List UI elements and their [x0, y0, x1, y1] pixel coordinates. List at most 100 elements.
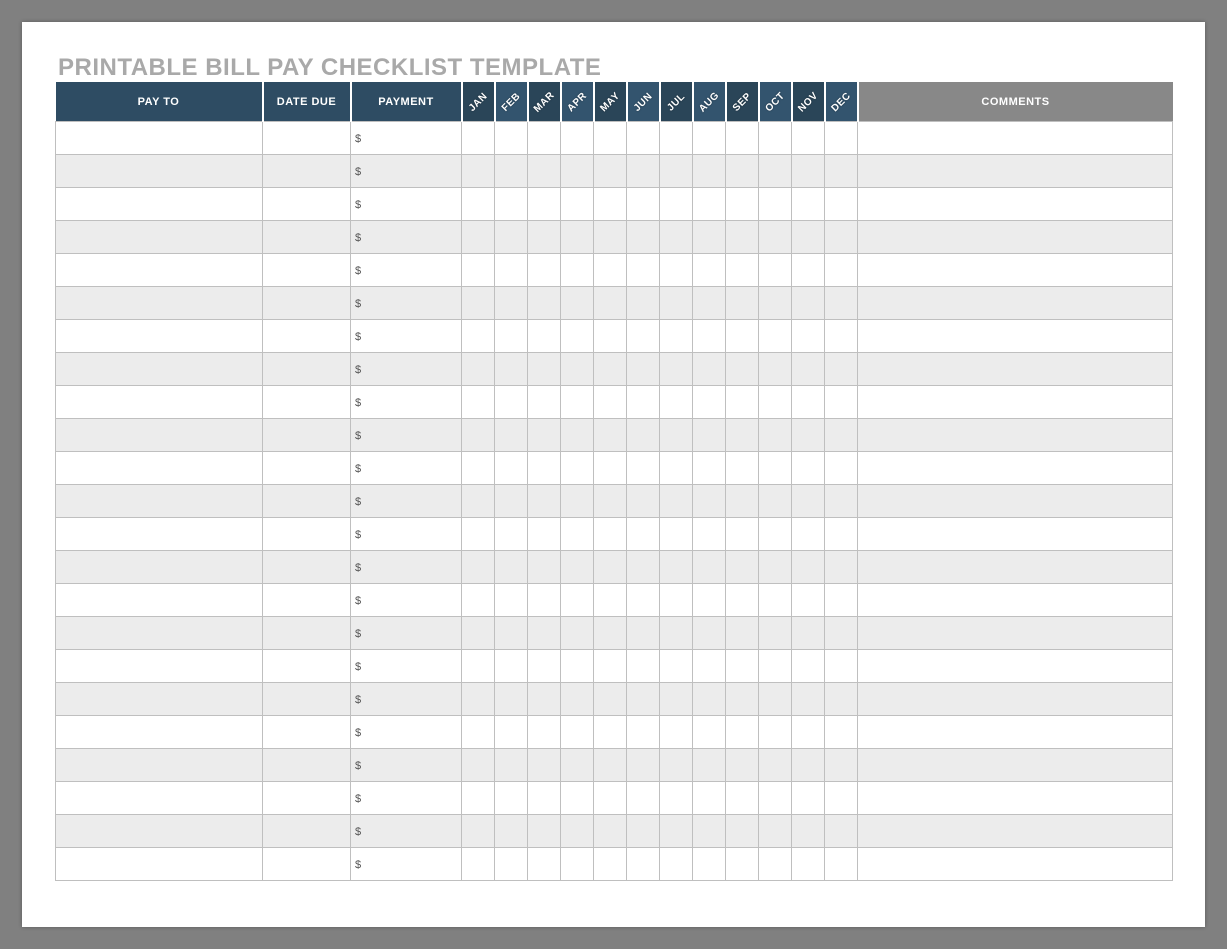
cell-month[interactable] [495, 419, 528, 452]
cell-comments[interactable] [858, 452, 1173, 485]
cell-month[interactable] [726, 518, 759, 551]
cell-pay-to[interactable] [56, 551, 263, 584]
cell-date-due[interactable] [263, 188, 351, 221]
cell-payment[interactable]: $ [351, 122, 462, 155]
cell-month[interactable] [495, 749, 528, 782]
cell-month[interactable] [825, 320, 858, 353]
cell-month[interactable] [462, 716, 495, 749]
cell-month[interactable] [660, 386, 693, 419]
cell-month[interactable] [660, 155, 693, 188]
cell-month[interactable] [561, 254, 594, 287]
cell-pay-to[interactable] [56, 386, 263, 419]
cell-pay-to[interactable] [56, 650, 263, 683]
cell-month[interactable] [792, 188, 825, 221]
cell-month[interactable] [759, 287, 792, 320]
cell-month[interactable] [759, 155, 792, 188]
cell-month[interactable] [462, 353, 495, 386]
cell-month[interactable] [528, 683, 561, 716]
cell-month[interactable] [495, 155, 528, 188]
cell-month[interactable] [594, 188, 627, 221]
cell-month[interactable] [627, 617, 660, 650]
cell-month[interactable] [726, 419, 759, 452]
cell-payment[interactable]: $ [351, 485, 462, 518]
cell-month[interactable] [495, 683, 528, 716]
cell-month[interactable] [528, 353, 561, 386]
cell-month[interactable] [462, 749, 495, 782]
cell-month[interactable] [825, 815, 858, 848]
cell-comments[interactable] [858, 386, 1173, 419]
cell-month[interactable] [825, 155, 858, 188]
cell-month[interactable] [462, 452, 495, 485]
cell-month[interactable] [462, 386, 495, 419]
cell-comments[interactable] [858, 254, 1173, 287]
cell-month[interactable] [825, 749, 858, 782]
cell-month[interactable] [726, 320, 759, 353]
cell-month[interactable] [759, 452, 792, 485]
cell-date-due[interactable] [263, 782, 351, 815]
cell-month[interactable] [528, 254, 561, 287]
cell-month[interactable] [462, 650, 495, 683]
cell-date-due[interactable] [263, 551, 351, 584]
cell-month[interactable] [627, 782, 660, 815]
cell-month[interactable] [528, 188, 561, 221]
cell-comments[interactable] [858, 683, 1173, 716]
cell-month[interactable] [792, 815, 825, 848]
cell-comments[interactable] [858, 617, 1173, 650]
cell-month[interactable] [495, 518, 528, 551]
cell-month[interactable] [792, 452, 825, 485]
cell-date-due[interactable] [263, 452, 351, 485]
cell-month[interactable] [561, 287, 594, 320]
cell-month[interactable] [792, 221, 825, 254]
cell-month[interactable] [462, 683, 495, 716]
cell-month[interactable] [660, 452, 693, 485]
cell-comments[interactable] [858, 650, 1173, 683]
cell-pay-to[interactable] [56, 320, 263, 353]
cell-month[interactable] [561, 551, 594, 584]
cell-month[interactable] [594, 683, 627, 716]
cell-month[interactable] [792, 584, 825, 617]
cell-month[interactable] [528, 584, 561, 617]
cell-month[interactable] [462, 815, 495, 848]
cell-month[interactable] [528, 617, 561, 650]
cell-month[interactable] [462, 617, 495, 650]
cell-date-due[interactable] [263, 584, 351, 617]
cell-comments[interactable] [858, 419, 1173, 452]
cell-month[interactable] [660, 848, 693, 881]
cell-pay-to[interactable] [56, 848, 263, 881]
cell-month[interactable] [693, 386, 726, 419]
cell-month[interactable] [693, 551, 726, 584]
cell-month[interactable] [726, 287, 759, 320]
cell-month[interactable] [693, 320, 726, 353]
cell-month[interactable] [693, 452, 726, 485]
cell-month[interactable] [561, 452, 594, 485]
cell-date-due[interactable] [263, 287, 351, 320]
cell-comments[interactable] [858, 353, 1173, 386]
cell-month[interactable] [759, 419, 792, 452]
cell-month[interactable] [627, 188, 660, 221]
cell-payment[interactable]: $ [351, 155, 462, 188]
cell-date-due[interactable] [263, 815, 351, 848]
cell-month[interactable] [660, 617, 693, 650]
cell-comments[interactable] [858, 122, 1173, 155]
cell-month[interactable] [660, 320, 693, 353]
cell-month[interactable] [462, 584, 495, 617]
cell-comments[interactable] [858, 584, 1173, 617]
cell-month[interactable] [792, 518, 825, 551]
cell-month[interactable] [792, 419, 825, 452]
cell-pay-to[interactable] [56, 287, 263, 320]
cell-month[interactable] [528, 320, 561, 353]
cell-month[interactable] [660, 716, 693, 749]
cell-month[interactable] [693, 221, 726, 254]
cell-month[interactable] [594, 782, 627, 815]
cell-date-due[interactable] [263, 353, 351, 386]
cell-month[interactable] [561, 386, 594, 419]
cell-date-due[interactable] [263, 155, 351, 188]
cell-month[interactable] [726, 749, 759, 782]
cell-pay-to[interactable] [56, 122, 263, 155]
cell-comments[interactable] [858, 155, 1173, 188]
cell-month[interactable] [825, 221, 858, 254]
cell-month[interactable] [726, 221, 759, 254]
cell-pay-to[interactable] [56, 188, 263, 221]
cell-month[interactable] [528, 518, 561, 551]
cell-month[interactable] [759, 221, 792, 254]
